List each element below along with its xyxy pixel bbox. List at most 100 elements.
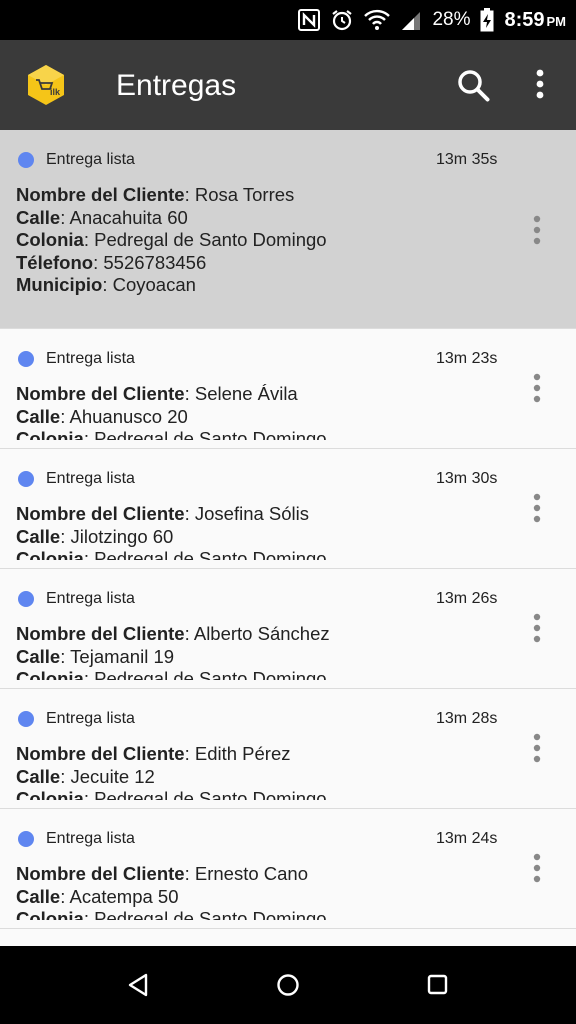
delivery-status: Entrega lista	[46, 470, 135, 487]
neighborhood-value: Pedregal de Santo Domingo	[94, 548, 327, 560]
client-label: Nombre del Cliente	[16, 383, 185, 404]
wifi-icon	[364, 9, 391, 31]
overflow-menu-icon	[527, 373, 547, 410]
delivery-details: Nombre del Cliente: Josefina Sólis Calle…	[16, 503, 516, 560]
delivery-details: Nombre del Cliente: Rosa Torres Calle: A…	[16, 184, 516, 297]
home-icon	[273, 974, 303, 1004]
street-row: Calle: Jilotzingo 60	[16, 525, 174, 547]
elapsed-time: 13m 28s	[436, 710, 498, 727]
card-menu-button[interactable]	[527, 732, 547, 766]
neighborhood-value: Pedregal de Santo Domingo	[94, 668, 327, 680]
recents-icon	[423, 974, 453, 1004]
street-row: Calle: Ahuanusco 20	[16, 405, 188, 427]
neighborhood-row: Colonia: Pedregal de Santo Domingo	[16, 908, 516, 920]
municipality-label: Municipio	[16, 274, 103, 295]
card-menu-button[interactable]	[527, 612, 547, 646]
client-label: Nombre del Cliente	[16, 503, 185, 524]
card-menu-button[interactable]	[527, 492, 547, 526]
delivery-status: Entrega lista	[46, 151, 135, 168]
delivery-status: Entrega lista	[46, 710, 135, 727]
svg-text:ilk: ilk	[50, 87, 61, 97]
app-bar: ilk Entregas	[0, 40, 576, 130]
municipality-value: Coyoacan	[112, 274, 196, 295]
clock-ampm: PM	[546, 13, 567, 29]
phone-label: Télefono	[16, 251, 94, 273]
status-dot	[18, 831, 34, 847]
signal-icon	[400, 9, 422, 31]
street-label: Calle	[16, 645, 61, 667]
neighborhood-row: Colonia: Pedregal de Santo Domingo	[16, 229, 327, 250]
delivery-card[interactable]	[0, 929, 576, 946]
overflow-menu-icon	[527, 733, 547, 770]
nfc-icon	[298, 9, 321, 31]
status-dot	[18, 711, 34, 727]
status-bar: 28% 8:59 PM	[0, 0, 576, 40]
client-name: Alberto Sánchez	[193, 623, 330, 644]
neighborhood-label: Colonia	[16, 908, 84, 920]
elapsed-time: 13m 35s	[436, 151, 498, 168]
recents-button[interactable]	[423, 970, 453, 1000]
delivery-card[interactable]: Entrega lista 13m 35s Nombre del Cliente…	[0, 130, 576, 329]
system-nav-bar	[0, 946, 576, 1024]
status-dot	[18, 471, 34, 487]
elapsed-time: 13m 24s	[436, 830, 498, 847]
card-menu-button[interactable]	[527, 372, 547, 406]
street-label: Calle	[16, 885, 61, 907]
delivery-status: Entrega lista	[46, 590, 135, 607]
client-name: Ernesto Cano	[194, 863, 308, 884]
street-value: Ahuanusco 20	[69, 405, 188, 427]
client-label: Nombre del Cliente	[16, 623, 185, 644]
delivery-details: Nombre del Cliente: Edith Pérez Calle: J…	[16, 743, 516, 800]
delivery-card[interactable]: Entrega lista 13m 24s Nombre del Cliente…	[0, 809, 576, 929]
status-dot	[18, 351, 34, 367]
card-menu-button[interactable]	[527, 214, 547, 248]
neighborhood-value: Pedregal de Santo Domingo	[94, 428, 327, 440]
overflow-menu-button[interactable]	[526, 64, 554, 106]
street-value: Anacahuita 60	[69, 206, 188, 228]
phone-value: 5526783456	[103, 251, 207, 273]
neighborhood-row: Colonia: Pedregal de Santo Domingo	[16, 428, 516, 440]
overflow-menu-icon	[527, 853, 547, 890]
client-row: Nombre del Cliente: Edith Pérez	[16, 743, 291, 764]
back-button[interactable]	[124, 970, 154, 1000]
municipality-row: Municipio: Coyoacan	[16, 274, 196, 295]
search-button[interactable]	[452, 64, 494, 106]
street-value: Jecuite 12	[70, 765, 155, 787]
search-icon	[452, 70, 494, 110]
battery-charging-icon	[480, 8, 494, 32]
street-row: Calle: Anacahuita 60	[16, 206, 188, 228]
delivery-status: Entrega lista	[46, 350, 135, 367]
street-label: Calle	[16, 405, 61, 427]
client-row: Nombre del Cliente: Josefina Sólis	[16, 503, 310, 524]
client-row: Nombre del Cliente: Ernesto Cano	[16, 863, 308, 884]
neighborhood-row: Colonia: Pedregal de Santo Domingo	[16, 548, 516, 560]
alarm-icon	[330, 8, 354, 32]
elapsed-time: 13m 26s	[436, 590, 498, 607]
street-label: Calle	[16, 765, 61, 787]
street-row: Calle: Tejamanil 19	[16, 645, 175, 667]
overflow-menu-icon	[527, 215, 547, 252]
neighborhood-value: Pedregal de Santo Domingo	[94, 229, 327, 250]
delivery-card[interactable]: Entrega lista 13m 23s Nombre del Cliente…	[0, 329, 576, 449]
clock: 8:59 PM	[504, 9, 566, 32]
neighborhood-label: Colonia	[16, 229, 84, 250]
card-menu-button[interactable]	[527, 852, 547, 886]
overflow-menu-icon	[527, 613, 547, 650]
neighborhood-row: Colonia: Pedregal de Santo Domingo	[16, 668, 516, 680]
status-dot	[18, 591, 34, 607]
client-name: Josefina Sólis	[194, 503, 310, 524]
overflow-menu-icon	[527, 493, 547, 530]
delivery-card[interactable]: Entrega lista 13m 26s Nombre del Cliente…	[0, 569, 576, 689]
page-title: Entregas	[116, 69, 237, 102]
phone-row: Télefono: 5526783456	[16, 251, 207, 273]
street-row: Calle: Jecuite 12	[16, 765, 155, 787]
home-button[interactable]	[273, 970, 303, 1000]
delivery-card[interactable]: Entrega lista 13m 30s Nombre del Cliente…	[0, 449, 576, 569]
delivery-card[interactable]: Entrega lista 13m 28s Nombre del Cliente…	[0, 689, 576, 809]
delivery-details: Nombre del Cliente: Alberto Sánchez Call…	[16, 623, 516, 680]
street-label: Calle	[16, 525, 61, 547]
neighborhood-row: Colonia: Pedregal de Santo Domingo	[16, 788, 516, 800]
client-label: Nombre del Cliente	[16, 743, 185, 764]
client-label: Nombre del Cliente	[16, 184, 185, 205]
app-logo-icon: ilk	[26, 64, 66, 106]
